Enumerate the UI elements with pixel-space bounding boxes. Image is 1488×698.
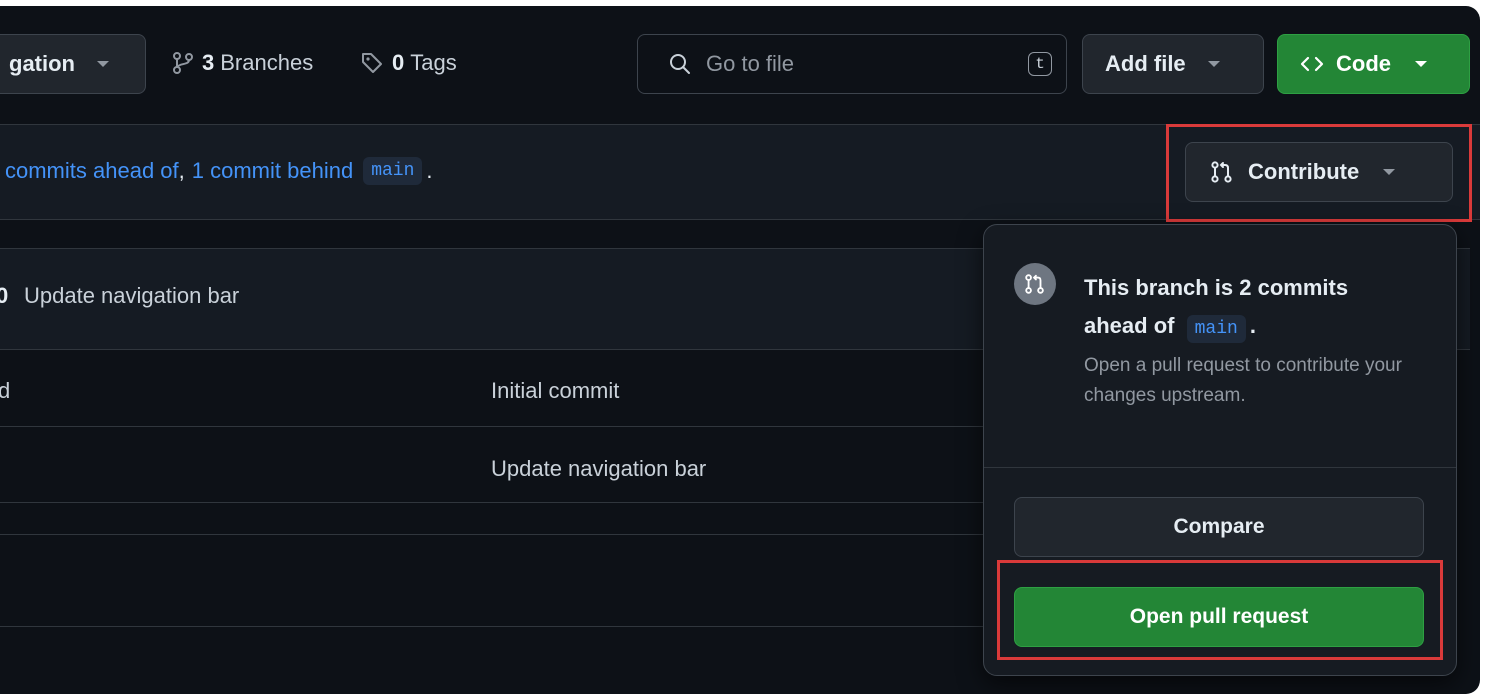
chevron-down-icon bbox=[1207, 61, 1220, 67]
row-divider bbox=[0, 426, 990, 427]
popover-title: This branch is 2 commits ahead of main. bbox=[1084, 269, 1434, 348]
commits-ahead-link[interactable]: commits ahead of bbox=[5, 158, 179, 184]
popover-branch-label: main bbox=[1186, 315, 1246, 343]
branch-selector-label: gation bbox=[9, 51, 75, 76]
branch-status-text: commits ahead of , 1 commit behind main … bbox=[5, 157, 433, 185]
search-placeholder: Go to file bbox=[706, 51, 795, 76]
search-icon bbox=[668, 52, 692, 76]
branch-selector[interactable]: gation bbox=[0, 34, 146, 94]
tags-count: 0 bbox=[392, 50, 405, 75]
add-file-label: Add file bbox=[1105, 51, 1186, 76]
tags-link[interactable]: 0 Tags bbox=[360, 50, 457, 76]
readme-divider bbox=[0, 534, 990, 535]
status-period: . bbox=[426, 158, 433, 183]
repository-view: gation 3 Branches 0 Tags Go to file t Ad… bbox=[0, 6, 1480, 694]
go-to-file-search[interactable]: Go to file t bbox=[637, 34, 1067, 94]
file-row-1-commit[interactable]: Initial commit bbox=[491, 378, 619, 404]
popover-title-suffix: . bbox=[1249, 313, 1256, 338]
tag-icon bbox=[360, 51, 384, 75]
branches-link[interactable]: 3 Branches bbox=[172, 50, 313, 76]
latest-commit-message[interactable]: Update navigation bar bbox=[24, 283, 239, 309]
search-shortcut-key: t bbox=[1028, 52, 1052, 76]
pull-request-avatar-icon bbox=[1014, 263, 1056, 305]
tags-label: Tags bbox=[410, 50, 457, 75]
popover-divider bbox=[984, 467, 1456, 468]
git-branch-icon bbox=[172, 51, 194, 75]
popover-description: Open a pull request to contribute your c… bbox=[1084, 355, 1402, 406]
code-brackets-icon bbox=[1300, 52, 1324, 76]
highlight-box-open-pull-request bbox=[997, 560, 1443, 660]
highlight-box-contribute bbox=[1166, 124, 1472, 222]
code-button[interactable]: Code bbox=[1277, 34, 1470, 94]
commits-behind-link[interactable]: 1 commit behind bbox=[192, 158, 353, 184]
file-row-1-name[interactable]: d bbox=[0, 378, 10, 404]
chevron-down-icon bbox=[97, 61, 109, 67]
compare-label: Compare bbox=[1173, 515, 1265, 538]
code-label: Code bbox=[1336, 51, 1391, 76]
compare-button[interactable]: Compare bbox=[1014, 497, 1424, 557]
branches-label: Branches bbox=[220, 50, 314, 75]
popover-title-line-2: ahead of main. bbox=[1084, 307, 1434, 348]
readme-divider bbox=[0, 626, 990, 627]
base-branch-label[interactable]: main bbox=[363, 157, 423, 185]
commit-author-avatar-edge: 0 bbox=[0, 283, 9, 308]
row-divider bbox=[0, 502, 990, 503]
add-file-button[interactable]: Add file bbox=[1082, 34, 1264, 94]
status-separator: , bbox=[178, 158, 185, 183]
popover-title-line-1: This branch is 2 commits bbox=[1084, 275, 1349, 300]
popover-title-ahead: ahead of bbox=[1084, 313, 1175, 338]
chevron-down-icon bbox=[1415, 61, 1427, 67]
branches-count: 3 bbox=[202, 50, 215, 75]
file-row-2-commit[interactable]: Update navigation bar bbox=[491, 456, 706, 482]
